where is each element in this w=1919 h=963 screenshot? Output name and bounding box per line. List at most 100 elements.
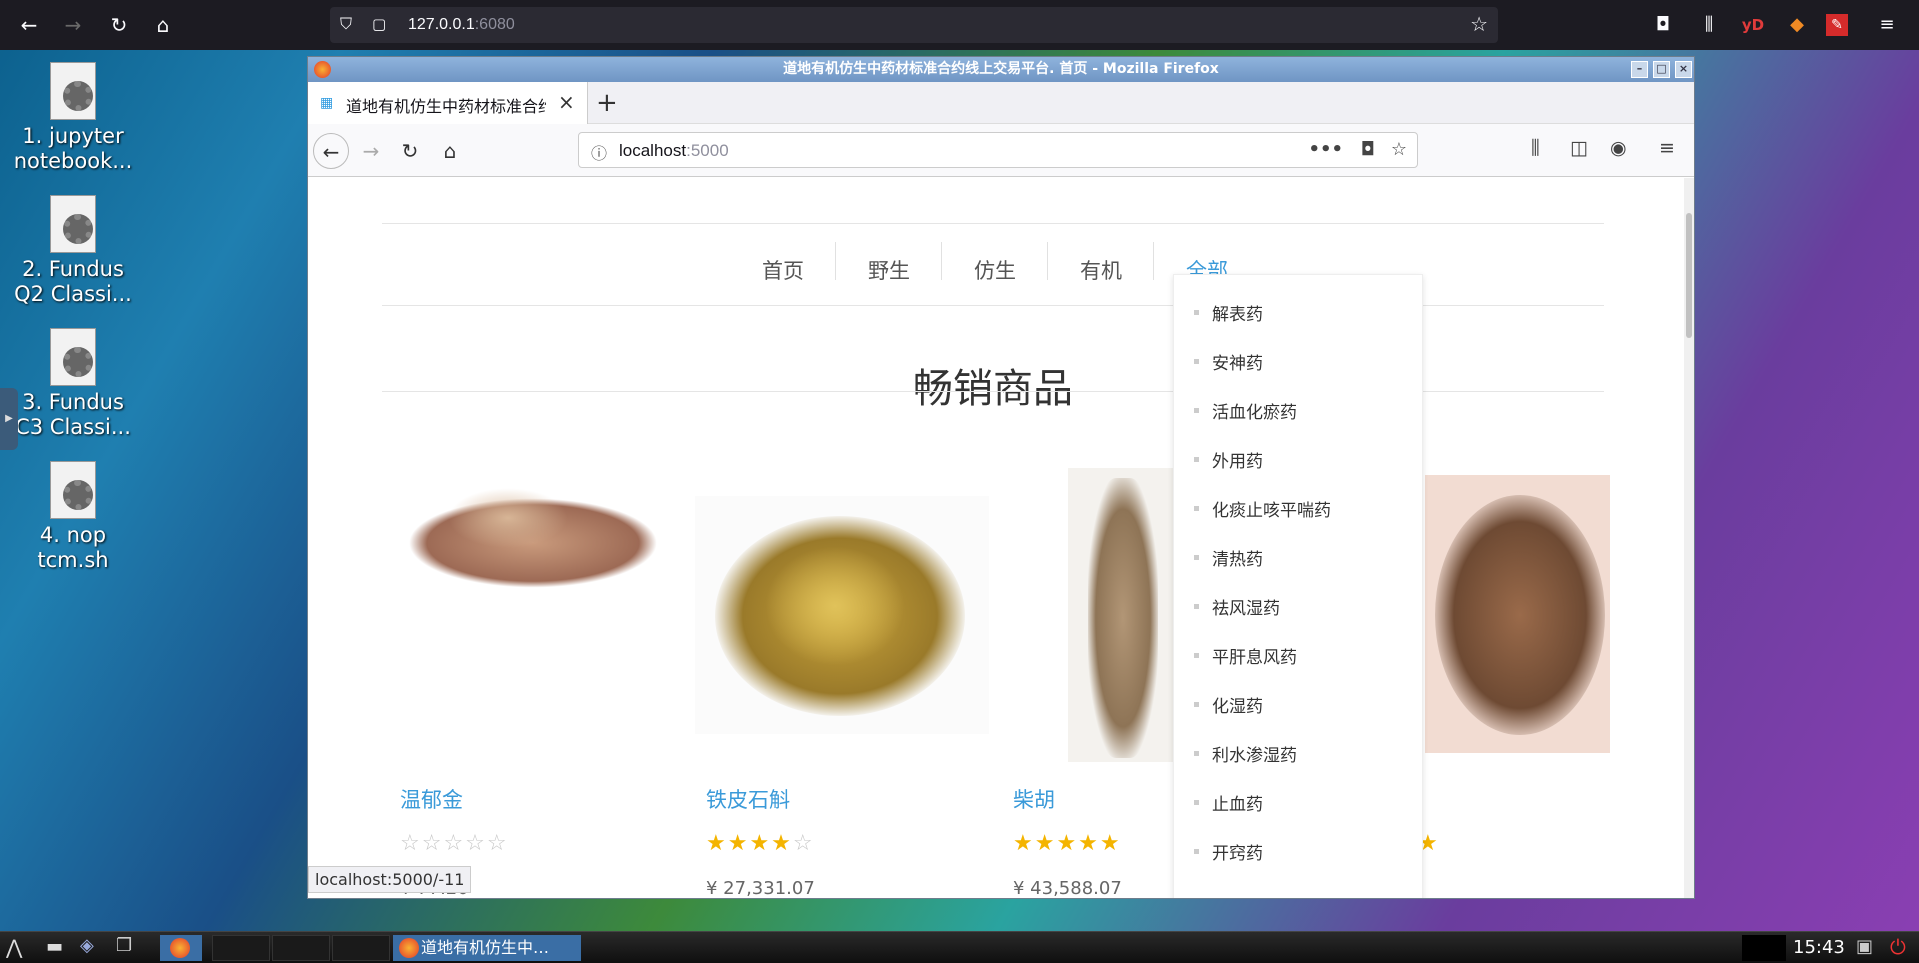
info-icon: ⓘ (591, 144, 608, 163)
product-image-fourth[interactable] (1425, 475, 1610, 753)
bookmark-star-icon[interactable]: ☆ (1391, 139, 1407, 160)
nav-separator (835, 242, 836, 280)
bullet-icon (1194, 800, 1199, 805)
forward-icon[interactable]: → (58, 10, 88, 40)
outer-browser-toolbar: ← → ↻ ⌂ ⛉ ▢ 127.0.0.1:6080 ☆ ◘ ⫼ yD ◆ ✎ … (0, 0, 1919, 50)
bullet-icon (1194, 457, 1199, 462)
bullet-icon (1194, 359, 1199, 364)
url-port: :5000 (686, 141, 729, 160)
nav-item-home[interactable]: 首页 (762, 255, 804, 285)
workspace-1[interactable] (212, 935, 270, 961)
page-actions-icon[interactable]: ••• (1308, 139, 1343, 160)
firefox-logo-icon (399, 938, 419, 958)
rating-stars: ★★★★★ (1013, 831, 1122, 856)
dropdown-item[interactable]: 祛风湿药 (1212, 594, 1280, 619)
category-dropdown: 解表药 安神药 活血化瘀药 外用药 化痰止咳平喘药 清热药 祛风湿药 平肝息风药… (1173, 274, 1423, 898)
dropdown-item[interactable]: 平肝息风药 (1212, 643, 1297, 668)
library-icon[interactable]: ⫼ (1694, 10, 1724, 40)
reload-icon[interactable]: ↻ (104, 10, 134, 40)
menu-icon[interactable]: ≡ (1659, 137, 1675, 159)
vertical-scrollbar[interactable] (1684, 178, 1694, 898)
workspace-3[interactable] (332, 935, 390, 961)
product-name-link[interactable]: 柴胡 (1013, 784, 1055, 814)
windows-icon[interactable]: ❐ (116, 935, 132, 956)
dropdown-item[interactable]: 安神药 (1212, 349, 1263, 374)
product-image-chaihu[interactable] (1068, 468, 1180, 762)
display-icon[interactable]: ▣ (1856, 936, 1873, 957)
firefox-window: 道地有机仿生中药材标准合约线上交易平台. 首页 - Mozilla Firefo… (307, 56, 1695, 899)
dropdown-item[interactable]: 化痰止咳平喘药 (1212, 496, 1331, 521)
desktop-icon-jupyter[interactable]: 1. jupyter notebook... (8, 62, 138, 174)
tab-title: 道地有机仿生中药材标准合约 (346, 97, 546, 116)
power-icon[interactable]: ⏻ (1890, 935, 1906, 959)
divider (382, 223, 1604, 224)
start-menu-icon[interactable]: ⋀ (6, 935, 22, 959)
bookmark-star-icon[interactable]: ☆ (1470, 12, 1488, 36)
clock: 15:43 (1793, 937, 1845, 958)
page-icon: ▢ (372, 15, 387, 33)
dropdown-item[interactable]: 利水渗湿药 (1212, 741, 1297, 766)
tab-active[interactable]: ▦ 道地有机仿生中药材标准合约 × (308, 82, 588, 124)
sidebar-icon[interactable]: ◫ (1570, 137, 1588, 159)
network-icon[interactable]: ◈ (80, 935, 94, 956)
close-window-button[interactable]: × (1675, 61, 1692, 78)
reload-button[interactable]: ↻ (392, 133, 428, 169)
forward-button[interactable]: → (353, 133, 389, 169)
home-icon[interactable]: ⌂ (148, 10, 178, 40)
workspace-2[interactable] (272, 935, 330, 961)
product-name-link[interactable]: 铁皮石斛 (706, 784, 790, 814)
account-icon[interactable]: ◉ (1610, 137, 1627, 159)
taskbar-window-button[interactable]: 道地有机仿生中… (393, 935, 581, 961)
dropdown-item[interactable]: 活血化瘀药 (1212, 398, 1297, 423)
product-image-tiepishihu[interactable] (695, 496, 989, 734)
rating-stars: ☆☆☆☆☆ (400, 831, 509, 856)
product-image-wenyujin[interactable] (388, 478, 682, 618)
desktop-icon-fundus-c3[interactable]: 3. Fundus C3 Classi... (8, 328, 138, 440)
dropdown-item[interactable]: 开窍药 (1212, 839, 1263, 864)
side-panel-handle[interactable]: ▶ (0, 388, 18, 450)
dropdown-item[interactable]: 清热药 (1212, 545, 1263, 570)
dropdown-item[interactable]: 外用药 (1212, 447, 1263, 472)
pocket-icon[interactable]: ◘ (1361, 139, 1375, 160)
url-text: localhost:5000 (619, 141, 729, 161)
firefox-launcher[interactable] (160, 935, 202, 961)
dropdown-item[interactable]: 化湿药 (1212, 692, 1263, 717)
menu-icon[interactable]: ≡ (1872, 10, 1902, 40)
maximize-button[interactable]: □ (1653, 61, 1670, 78)
file-manager-icon[interactable]: ▬ (46, 936, 63, 957)
home-button[interactable]: ⌂ (432, 133, 468, 169)
dropdown-item[interactable]: 止血药 (1212, 790, 1263, 815)
library-icon[interactable]: ⫼ (1531, 137, 1540, 159)
nav-item-wild[interactable]: 野生 (868, 255, 910, 285)
close-tab-icon[interactable]: × (558, 90, 575, 114)
nav-item-bionic[interactable]: 仿生 (974, 255, 1016, 285)
bullet-icon (1194, 408, 1199, 413)
desktop-icon-nop-tcm[interactable]: 4. nop tcm.sh (8, 461, 138, 573)
bullet-icon (1194, 702, 1199, 707)
dropdown-item[interactable]: 解表药 (1212, 300, 1263, 325)
product-name-link[interactable]: 温郁金 (400, 784, 463, 814)
desktop-icon-fundus-q2[interactable]: 2. Fundus Q2 Classi... (8, 195, 138, 307)
pocket-icon[interactable]: ◘ (1648, 10, 1678, 40)
url-bar[interactable]: ⓘ localhost:5000 ••• ◘ ☆ (578, 132, 1418, 168)
bullet-icon (1194, 555, 1199, 560)
scrollbar-thumb[interactable] (1686, 213, 1692, 338)
rating-stars: ★★★★☆ (706, 831, 815, 856)
minimize-button[interactable]: – (1631, 61, 1648, 78)
extension-pen-icon[interactable]: ✎ (1826, 14, 1848, 36)
extension-fox-icon[interactable]: ◆ (1782, 10, 1812, 40)
nav-separator (1153, 242, 1154, 280)
document-gear-icon (50, 461, 96, 519)
bullet-icon (1194, 506, 1199, 511)
outer-url-bar[interactable]: ⛉ ▢ 127.0.0.1:6080 ☆ (330, 7, 1498, 43)
product-price: ¥ 27,331.07 (706, 878, 815, 899)
navigation-toolbar: ← → ↻ ⌂ ⓘ localhost:5000 ••• ◘ ☆ ⫼ ◫ ◉ ≡ (308, 124, 1694, 177)
back-button[interactable]: ← (313, 133, 349, 169)
new-tab-icon[interactable]: + (596, 88, 618, 118)
shield-icon: ⛉ (340, 14, 353, 33)
extension-yd-icon[interactable]: yD (1738, 10, 1768, 40)
back-icon[interactable]: ← (14, 10, 44, 40)
taskbar-window-label: 道地有机仿生中… (421, 938, 550, 957)
nav-item-organic[interactable]: 有机 (1080, 255, 1122, 285)
site-favicon-icon: ▦ (320, 95, 334, 111)
